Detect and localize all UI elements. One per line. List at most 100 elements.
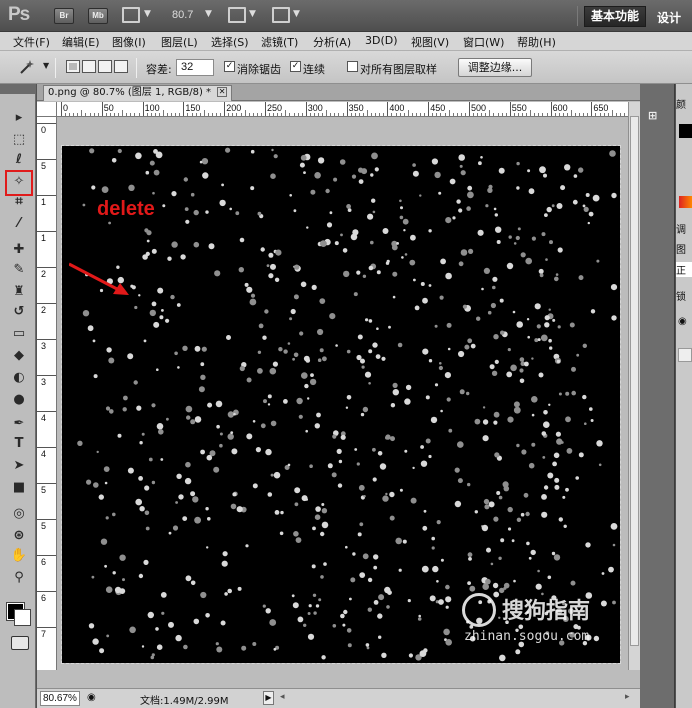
ruler-minor-tick [232, 113, 234, 116]
ruler-tick-label: 5 [41, 485, 47, 495]
status-menu-button[interactable]: ▶ [263, 691, 274, 705]
tolerance-input[interactable]: 32 [176, 59, 214, 76]
history-panel-icon[interactable]: ⊞ [648, 109, 666, 127]
minibridge-button[interactable]: Mb [88, 8, 108, 24]
ruler-minor-tick [167, 113, 169, 116]
view-extras-icon[interactable] [122, 7, 140, 23]
ruler-tick [37, 339, 56, 340]
marquee-tool-icon[interactable]: ⬚ [9, 130, 29, 148]
sample-all-layers-checkbox[interactable] [347, 61, 358, 72]
ruler-minor-tick [411, 113, 413, 116]
document-tab[interactable]: 0.png @ 80.7% (图层 1, RGB/8) * ✕ [43, 85, 233, 101]
ruler-origin[interactable] [37, 102, 57, 117]
chevron-down-icon[interactable]: ▼ [43, 61, 49, 70]
scroll-left-arrow-icon[interactable]: ◂ [280, 692, 285, 702]
color-swatch-preview[interactable] [679, 124, 692, 138]
history-brush-tool-icon[interactable]: ↺ [9, 302, 29, 320]
eye-icon[interactable]: ◉ [678, 316, 687, 327]
pen-tool-icon[interactable]: ✒ [9, 414, 29, 432]
subtract-from-selection-mode-button[interactable] [98, 60, 112, 73]
divider [577, 6, 578, 26]
contiguous-checkbox[interactable]: ✓ [290, 61, 301, 72]
close-icon[interactable]: ✕ [217, 87, 228, 97]
type-tool-icon[interactable]: T [9, 434, 29, 452]
menu-analysis[interactable]: 分析(A) [313, 34, 351, 50]
menu-help[interactable]: 帮助(H) [517, 34, 556, 50]
move-tool-icon[interactable]: ▸ [9, 108, 29, 126]
ruler-minor-tick [240, 113, 242, 116]
menu-view[interactable]: 视图(V) [411, 34, 449, 50]
status-info-icon[interactable]: ◉ [87, 692, 96, 703]
arrange-documents-icon[interactable] [228, 7, 246, 23]
add-to-selection-mode-button[interactable] [82, 60, 96, 73]
workspace-essentials-button[interactable]: 基本功能 [584, 6, 646, 27]
blur-tool-icon[interactable]: ◐ [9, 368, 29, 386]
menu-filter[interactable]: 滤镜(T) [261, 34, 298, 50]
ruler-minor-tick [566, 113, 568, 116]
scrollbar-thumb[interactable] [630, 116, 639, 646]
quick-mask-button[interactable] [11, 636, 29, 650]
background-color-swatch[interactable] [14, 609, 31, 626]
tools-panel-header[interactable] [0, 84, 36, 94]
status-bar: 80.67% ◉ 文档:1.49M/2.99M ▶ ◂ ▸ [37, 688, 640, 708]
antialias-checkbox[interactable]: ✓ [224, 61, 235, 72]
clone-stamp-tool-icon[interactable]: ♜ [9, 282, 29, 300]
refine-edge-button[interactable]: 调整边缘... [458, 58, 532, 77]
bridge-button[interactable]: Br [54, 8, 74, 24]
ruler-minor-tick [473, 113, 475, 116]
3d-orbit-tool-icon[interactable]: ⊛ [9, 526, 29, 544]
zoom-level-field[interactable]: 80.7 [172, 9, 193, 21]
color-ramp[interactable] [679, 196, 692, 208]
ruler-tick [550, 102, 552, 116]
vertical-scrollbar[interactable] [628, 102, 640, 670]
menu-3d[interactable]: 3D(D) [365, 34, 398, 47]
workspace-design-button[interactable]: 设计 [657, 9, 681, 26]
path-selection-tool-icon[interactable]: ➤ [9, 456, 29, 474]
shape-tool-icon[interactable]: ■ [9, 478, 29, 496]
brush-tool-icon[interactable]: ✎ [9, 260, 29, 278]
menu-file[interactable]: 文件(F) [13, 34, 50, 50]
ruler-minor-tick [587, 113, 589, 116]
ruler-minor-tick [456, 113, 458, 116]
screen-mode-icon[interactable] [272, 7, 290, 23]
ruler-minor-tick [195, 113, 197, 116]
new-selection-mode-button[interactable] [66, 60, 80, 73]
vertical-ruler[interactable]: 0 5 1 1 2 2 3 3 4 4 5 5 6 6 7 [37, 117, 57, 670]
eraser-tool-icon[interactable]: ▭ [9, 324, 29, 342]
ruler-minor-tick [260, 113, 262, 116]
ruler-tick [183, 102, 185, 116]
ruler-minor-tick [579, 113, 581, 116]
ruler-minor-tick [109, 113, 111, 116]
color-panel-tab[interactable]: 颜 [676, 96, 692, 111]
3d-rotate-tool-icon[interactable]: ◎ [9, 504, 29, 522]
intersect-selection-mode-button[interactable] [114, 60, 128, 73]
ruler-minor-tick [228, 113, 230, 116]
eyedropper-tool-icon[interactable]: ⁄ [9, 214, 29, 232]
hand-tool-icon[interactable]: ✋ [9, 546, 29, 564]
layer-thumbnail[interactable] [678, 348, 692, 362]
zoom-tool-icon[interactable]: ⚲ [9, 568, 29, 586]
menu-select[interactable]: 选择(S) [211, 34, 249, 50]
horizontal-ruler[interactable]: 0501001502002503003504004505005506006507… [57, 102, 628, 117]
ruler-minor-tick [130, 113, 132, 116]
scroll-right-arrow-icon[interactable]: ▸ [625, 692, 630, 702]
lasso-tool-icon[interactable]: ℓ [9, 150, 29, 168]
adjustments-panel-tab[interactable]: 调 [676, 221, 692, 236]
healing-brush-tool-icon[interactable]: ✚ [9, 240, 29, 258]
ruler-minor-tick [322, 113, 324, 116]
paint-bucket-tool-icon[interactable]: ◆ [9, 346, 29, 364]
magic-wand-preset-icon[interactable] [17, 58, 37, 76]
menu-edit[interactable]: 编辑(E) [62, 34, 100, 50]
ruler-tick [37, 591, 56, 592]
image-canvas[interactable]: 搜狗指南 zhinan.sogou.com [61, 145, 621, 664]
menu-layer[interactable]: 图层(L) [161, 34, 198, 50]
layers-panel-tab[interactable]: 图 [676, 241, 692, 256]
ruler-minor-tick [65, 113, 67, 116]
menu-image[interactable]: 图像(I) [112, 34, 146, 50]
dodge-tool-icon[interactable]: ● [9, 390, 29, 408]
menu-window[interactable]: 窗口(W) [463, 34, 504, 50]
blend-mode-select[interactable]: 正 [676, 262, 692, 277]
ruler-minor-tick [354, 113, 356, 116]
zoom-percent-field[interactable]: 80.67% [40, 691, 80, 706]
ruler-tick [305, 102, 307, 116]
